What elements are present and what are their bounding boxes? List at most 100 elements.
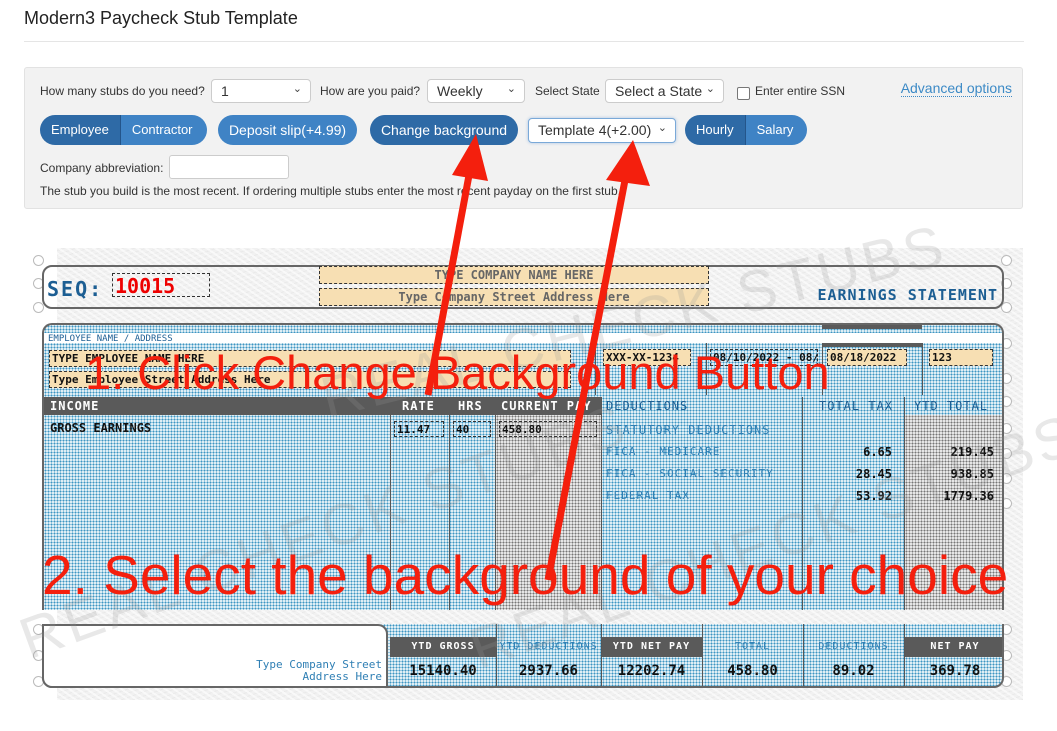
- company-abbr-input[interactable]: [169, 155, 289, 179]
- divider: [904, 624, 905, 686]
- company-street-field[interactable]: Type Company Street Address Here: [319, 288, 709, 306]
- template-value: Template 4(+2.00): [538, 122, 652, 138]
- pay-frequency-select[interactable]: Weekly ⌄: [427, 79, 525, 103]
- pay-frequency-value: Weekly: [437, 83, 483, 99]
- ssn-checkbox[interactable]: [737, 87, 750, 100]
- summary-label: DEDUCTIONS: [818, 641, 889, 652]
- employee-street-field[interactable]: Type Employee Street Address Here: [49, 371, 571, 388]
- punch-hole: [1001, 255, 1012, 266]
- deduction-tax: 6.65: [863, 445, 892, 459]
- chevron-down-icon: ⌄: [705, 83, 715, 95]
- deduction-label: FICA - MEDICARE: [606, 445, 721, 458]
- current-pay-column-shade: [496, 415, 601, 610]
- hourly-option[interactable]: Hourly: [685, 115, 746, 145]
- divider: [390, 415, 391, 610]
- divider: [922, 343, 923, 395]
- divider: [706, 343, 707, 395]
- earning-label: GROSS EARNINGS: [50, 421, 152, 435]
- pay-type-toggle: Hourly Salary: [685, 115, 808, 145]
- divider: [595, 343, 596, 395]
- pay-date-header-bar: [822, 325, 922, 329]
- hours-input[interactable]: 40: [453, 421, 491, 437]
- pay-date-field[interactable]: 08/18/2022: [827, 349, 907, 366]
- pay-frequency-label: How are you paid?: [320, 84, 421, 98]
- state-select[interactable]: Select a State ⌄: [605, 79, 724, 103]
- salary-option[interactable]: Salary: [745, 115, 808, 145]
- employee-name-field[interactable]: TYPE EMPLOYEE NAME HERE: [49, 350, 571, 367]
- summary-value: 458.80: [727, 663, 778, 679]
- divider: [449, 415, 450, 610]
- summary-label: NET PAY: [904, 637, 1002, 657]
- summary-label: YTD NET PAY: [601, 637, 702, 657]
- page-title: Modern3 Paycheck Stub Template: [24, 8, 298, 28]
- summary-value: 369.78: [929, 663, 981, 679]
- state-value: Select a State: [615, 83, 703, 99]
- paystub-preview: SEQ: 10015 EARNINGS STATEMENT TYPE COMPA…: [11, 212, 1057, 700]
- worker-type-toggle: Employee Contractor: [40, 115, 207, 145]
- summary-value: 15140.40: [409, 663, 477, 679]
- rate-header: RATE: [402, 399, 435, 413]
- pay-period-field[interactable]: 08/10/2022 - 08/16/2022: [710, 349, 818, 366]
- deductions-header: DEDUCTIONS: [606, 399, 689, 413]
- contractor-option[interactable]: Contractor: [120, 115, 207, 145]
- change-background-button[interactable]: Change background: [370, 115, 518, 145]
- chevron-down-icon: ⌄: [292, 83, 302, 95]
- income-header: INCOME: [50, 399, 100, 413]
- chevron-down-icon: ⌄: [657, 122, 667, 134]
- stubs-count-value: 1: [221, 83, 229, 99]
- stub-order-note: The stub you build is the most recent. I…: [40, 184, 621, 198]
- divider: [803, 624, 804, 686]
- deduction-label: FICA - SOCIAL SECURITY: [606, 467, 774, 480]
- employee-caption: EMPLOYEE NAME / ADDRESS: [48, 334, 173, 344]
- deposit-slip-button[interactable]: Deposit slip(+4.99): [218, 115, 357, 145]
- divider: [601, 624, 602, 686]
- options-panel: How many stubs do you need? 1 ⌄ How are …: [24, 67, 1023, 209]
- ytd-total-header: YTD TOTAL: [914, 399, 989, 413]
- state-label: Select State: [535, 84, 600, 98]
- title-divider: [24, 41, 1024, 42]
- footer-address-card: Type Company Street Address Here: [42, 624, 388, 688]
- check-number-field[interactable]: 123: [929, 349, 993, 366]
- deduction-label: FEDERAL TAX: [606, 489, 690, 502]
- earnings-statement-title: EARNINGS STATEMENT: [817, 286, 998, 304]
- chevron-down-icon: ⌄: [506, 83, 516, 95]
- hrs-header: HRS: [458, 399, 483, 413]
- summary-value: 2937.66: [518, 663, 578, 679]
- employee-option[interactable]: Employee: [40, 115, 121, 145]
- earnings-table: EMPLOYEE NAME / ADDRESS TYPE EMPLOYEE NA…: [42, 323, 1004, 610]
- ssn-checkbox-label: Enter entire SSN: [755, 84, 846, 98]
- seq-number-field[interactable]: 10015: [112, 273, 210, 298]
- stubs-count-label: How many stubs do you need?: [40, 84, 205, 98]
- company-abbr-label: Company abbreviation:: [40, 161, 164, 175]
- deduction-ytd: 938.85: [950, 467, 994, 481]
- divider: [601, 397, 602, 610]
- summary-value: 12202.74: [617, 663, 686, 679]
- template-select[interactable]: Template 4(+2.00) ⌄: [528, 118, 676, 143]
- header-gap: [44, 333, 1002, 343]
- advanced-options-link[interactable]: Advanced options: [900, 80, 1012, 97]
- deduction-tax: 28.45: [855, 467, 892, 481]
- summary-label: YTD DEDUCTIONS: [499, 641, 598, 652]
- footer-company-address[interactable]: Type Company Street Address Here: [256, 659, 382, 683]
- divider: [802, 397, 803, 610]
- seq-label: SEQ:: [47, 277, 104, 301]
- company-name-field[interactable]: TYPE COMPANY NAME HERE: [319, 266, 709, 284]
- total-tax-header: TOTAL TAX: [819, 399, 894, 413]
- divider: [822, 343, 823, 395]
- summary-label: TOTAL: [734, 641, 771, 652]
- summary-label: YTD GROSS: [390, 637, 496, 657]
- statutory-deductions-label: STATUTORY DEDUCTIONS: [606, 423, 771, 437]
- current-pay-header: CURRENT PAY: [501, 399, 592, 413]
- rate-input[interactable]: 11.47: [394, 421, 444, 437]
- divider: [496, 624, 497, 686]
- ssn-field[interactable]: XXX-XX-1234: [603, 349, 691, 366]
- footer-address-line: Address Here: [302, 670, 382, 683]
- current-pay-input[interactable]: 458.80: [499, 421, 597, 437]
- punch-hole: [33, 255, 44, 266]
- summary-value: 89.02: [832, 663, 875, 679]
- stubs-count-select[interactable]: 1 ⌄: [211, 79, 311, 103]
- pay-date-header-bar: [822, 343, 922, 347]
- deduction-tax: 53.92: [855, 489, 892, 503]
- deduction-ytd: 1779.36: [943, 489, 994, 503]
- deduction-ytd: 219.45: [950, 445, 994, 459]
